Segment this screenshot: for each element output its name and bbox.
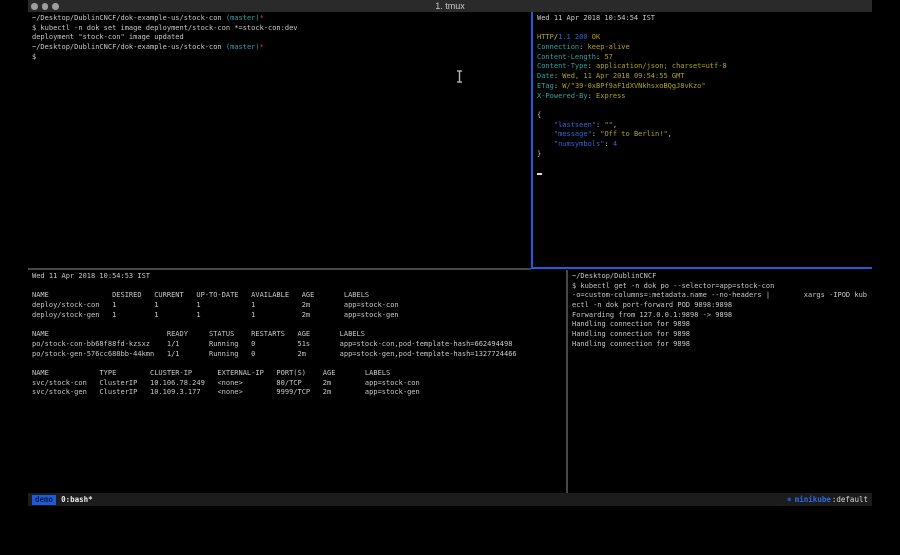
terminal-line: Handling connection for 9898 bbox=[572, 320, 868, 330]
terminal-line bbox=[32, 359, 562, 369]
terminal-line: NAME READY STATUS RESTARTS AGE LABELS bbox=[32, 330, 562, 340]
terminal-line: ectl -n dok port-forward POD 9898:9898 bbox=[572, 301, 868, 311]
terminal-line: Date: Wed, 11 Apr 2018 09:54:55 GMT bbox=[537, 72, 868, 82]
terminal-line: $ kubectl -n dok set image deployment/st… bbox=[32, 24, 527, 34]
terminal-window: 1. tmux ~/Desktop/DublinCNCF/dok-example… bbox=[28, 0, 872, 506]
session-name-badge[interactable]: demo bbox=[32, 495, 56, 505]
terminal-line: X-Powered-By: Express bbox=[537, 92, 868, 102]
window-tab-bash[interactable]: 0:bash* bbox=[61, 495, 93, 504]
terminal-line bbox=[32, 320, 562, 330]
terminal-line: "numsymbols": 4 bbox=[537, 140, 868, 150]
desktop-background: 1. tmux ~/Desktop/DublinCNCF/dok-example… bbox=[0, 0, 900, 555]
terminal-line bbox=[537, 159, 868, 169]
terminal-line: svc/stock-con ClusterIP 10.106.78.249 <n… bbox=[32, 379, 562, 389]
terminal-line: -o=custom-columns=:metadata.name --no-he… bbox=[572, 291, 868, 301]
terminal-line: Handling connection for 9898 bbox=[572, 330, 868, 340]
terminal-line: Content-Length: 57 bbox=[537, 53, 868, 63]
terminal-line bbox=[32, 282, 562, 292]
kube-context-label: minikube bbox=[795, 495, 831, 504]
mouse-ibeam-cursor bbox=[455, 69, 464, 84]
terminal-line: po/stock-con-bb68f88fd-kzsxz 1/1 Running… bbox=[32, 340, 562, 350]
terminal-line: "message": "Off to Berlin!", bbox=[537, 130, 868, 140]
kube-namespace-label: :default bbox=[832, 495, 868, 504]
zoom-button[interactable] bbox=[52, 3, 59, 10]
terminal-line: Wed 11 Apr 2018 10:54:54 IST bbox=[537, 14, 868, 24]
terminal-line: po/stock-gen-576cc688bb-44kmn 1/1 Runnin… bbox=[32, 350, 562, 360]
close-button[interactable] bbox=[31, 3, 38, 10]
terminal-line: Connection: keep-alive bbox=[537, 43, 868, 53]
text-cursor bbox=[537, 173, 542, 176]
terminal-line: NAME TYPE CLUSTER-IP EXTERNAL-IP PORT(S)… bbox=[32, 369, 562, 379]
terminal-line: deployment "stock-con" image updated bbox=[32, 33, 527, 43]
pane-kubectl-get-output[interactable]: Wed 11 Apr 2018 10:54:53 IST NAME DESIRE… bbox=[28, 270, 566, 493]
terminal-line: ETag: W/"39-0xBPf9aF1dXVNkhsxoBQgJ8vKzo" bbox=[537, 82, 868, 92]
terminal-line: ~/Desktop/DublinCNCF/dok-example-us/stoc… bbox=[32, 14, 527, 24]
tmux-status-bar: demo 0:bash* ⎈ minikube :default bbox=[28, 493, 872, 506]
terminal-line: $ bbox=[32, 53, 527, 63]
pane-http-response[interactable]: Wed 11 Apr 2018 10:54:54 IST HTTP/1.1 20… bbox=[533, 12, 872, 268]
terminal-line bbox=[537, 101, 868, 111]
terminal-line: ~/Desktop/DublinCNCF bbox=[572, 272, 868, 282]
terminal-line bbox=[537, 24, 868, 34]
terminal-line: Forwarding from 127.0.0.1:9898 -> 9898 bbox=[572, 311, 868, 321]
window-title: 1. tmux bbox=[28, 0, 872, 12]
terminal-line: deploy/stock-con 1 1 1 1 2m app=stock-co… bbox=[32, 301, 562, 311]
kubernetes-helm-icon: ⎈ bbox=[787, 495, 792, 504]
terminal-line: Handling connection for 9898 bbox=[572, 340, 868, 350]
minimize-button[interactable] bbox=[42, 3, 49, 10]
terminal-line: Wed 11 Apr 2018 10:54:53 IST bbox=[32, 272, 562, 282]
pane-shell-stock-con[interactable]: ~/Desktop/DublinCNCF/dok-example-us/stoc… bbox=[28, 12, 531, 268]
terminal-line: { bbox=[537, 111, 868, 121]
terminal-line: svc/stock-gen ClusterIP 10.109.3.177 <no… bbox=[32, 388, 562, 398]
status-right-section: ⎈ minikube :default bbox=[787, 495, 868, 504]
terminal-line bbox=[537, 169, 868, 179]
terminal-line: NAME DESIRED CURRENT UP-TO-DATE AVAILABL… bbox=[32, 291, 562, 301]
terminal-line: ~/Desktop/DublinCNCF/dok-example-us/stoc… bbox=[32, 43, 527, 53]
pane-divider-horizontal-right[interactable] bbox=[531, 267, 872, 269]
tmux-session-area: ~/Desktop/DublinCNCF/dok-example-us/stoc… bbox=[28, 12, 872, 493]
terminal-line: deploy/stock-gen 1 1 1 1 2m app=stock-ge… bbox=[32, 311, 562, 321]
pane-port-forward[interactable]: ~/Desktop/DublinCNCF$ kubectl get -n dok… bbox=[568, 270, 872, 493]
traffic-lights bbox=[31, 3, 59, 10]
terminal-line: Content-Type: application/json; charset=… bbox=[537, 62, 868, 72]
window-title-bar: 1. tmux bbox=[28, 0, 872, 12]
terminal-line: $ kubectl get -n dok po --selector=app=s… bbox=[572, 282, 868, 292]
terminal-line: } bbox=[537, 150, 868, 160]
terminal-line: HTTP/1.1 200 OK bbox=[537, 33, 868, 43]
terminal-line: "lastseen": "", bbox=[537, 121, 868, 131]
